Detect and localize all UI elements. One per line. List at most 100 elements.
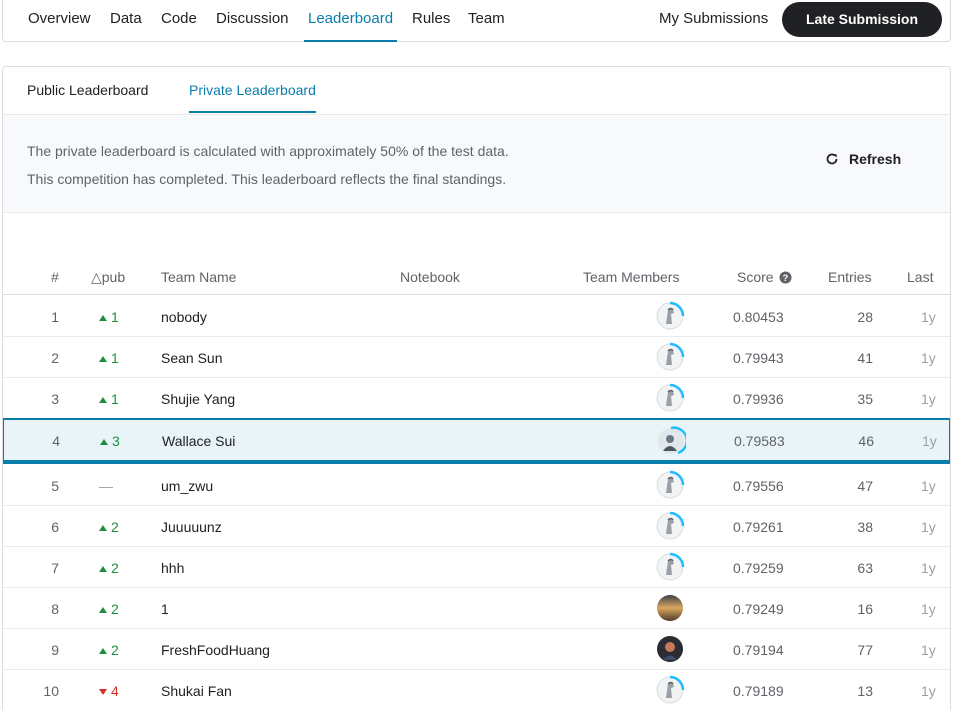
table-row[interactable]: 8 2 1 0.79249 16 1y <box>3 588 950 629</box>
rank: 5 <box>51 478 59 494</box>
tab-code[interactable]: Code <box>161 0 197 42</box>
rank: 1 <box>51 309 59 325</box>
col-score-label: Score <box>737 269 774 285</box>
score: 0.79249 <box>733 601 784 617</box>
triangle-up-icon <box>99 315 107 321</box>
col-team-name[interactable]: Team Name <box>161 269 236 285</box>
table-row[interactable]: 2 1 Sean Sun 0.79943 41 1y <box>3 337 950 378</box>
rank: 6 <box>51 519 59 535</box>
triangle-up-icon <box>99 525 107 531</box>
triangle-up-icon <box>100 439 108 445</box>
rank: 2 <box>51 350 59 366</box>
tab-private-leaderboard[interactable]: Private Leaderboard <box>189 67 316 114</box>
tab-data[interactable]: Data <box>110 0 142 42</box>
table-row[interactable]: 4 3 Wallace Sui 0.79583 46 1y <box>3 418 950 464</box>
score: 0.79583 <box>734 433 785 449</box>
col-delta-pub[interactable]: △pub <box>91 269 125 286</box>
team-name[interactable]: FreshFoodHuang <box>161 642 270 658</box>
col-entries[interactable]: Entries <box>828 269 872 285</box>
public-rank-change: 2 <box>99 642 139 658</box>
entries-count: 63 <box>857 560 873 576</box>
col-rank[interactable]: # <box>51 269 59 285</box>
team-member-avatar[interactable] <box>656 426 686 456</box>
team-member-avatar[interactable] <box>655 301 685 331</box>
rank-change-value: 1 <box>111 391 119 407</box>
team-member-avatar[interactable] <box>655 470 685 500</box>
team-member-avatar[interactable] <box>655 593 685 623</box>
team-name[interactable]: Sean Sun <box>161 350 223 366</box>
team-member-avatar[interactable] <box>655 675 685 705</box>
team-name[interactable]: Shujie Yang <box>161 391 235 407</box>
tab-public-leaderboard[interactable]: Public Leaderboard <box>27 67 148 114</box>
rank: 7 <box>51 560 59 576</box>
score: 0.79936 <box>733 391 784 407</box>
rank-change-value: 2 <box>111 642 119 658</box>
tab-discussion[interactable]: Discussion <box>216 0 289 42</box>
team-member-avatar[interactable] <box>655 383 685 413</box>
score: 0.79194 <box>733 642 784 658</box>
triangle-up-icon <box>99 648 107 654</box>
rank: 4 <box>52 433 60 449</box>
leaderboard-tabs: Public Leaderboard Private Leaderboard <box>3 67 950 114</box>
rank: 10 <box>43 683 59 699</box>
late-submission-button[interactable]: Late Submission <box>782 2 942 37</box>
col-score[interactable]: Score ? <box>737 269 793 285</box>
entries-count: 77 <box>857 642 873 658</box>
score: 0.80453 <box>733 309 784 325</box>
last-submission: 1y <box>921 519 936 535</box>
table-row[interactable]: 3 1 Shujie Yang 0.79936 35 1y <box>3 378 950 419</box>
tab-rules[interactable]: Rules <box>412 0 450 42</box>
team-name[interactable]: 1 <box>161 601 169 617</box>
triangle-down-icon <box>99 689 107 695</box>
team-name[interactable]: Wallace Sui <box>162 433 235 449</box>
col-last[interactable]: Last <box>907 269 933 285</box>
tab-overview[interactable]: Overview <box>28 0 91 42</box>
table-row[interactable]: 5 — um_zwu 0.79556 47 1y <box>3 465 950 506</box>
table-row[interactable]: 9 2 FreshFoodHuang 0.79194 77 1y <box>3 629 950 670</box>
team-name[interactable]: nobody <box>161 309 207 325</box>
last-submission: 1y <box>921 642 936 658</box>
refresh-button[interactable]: Refresh <box>825 149 901 169</box>
public-rank-change: 2 <box>99 560 139 576</box>
table-row[interactable]: 10 4 Shukai Fan 0.79189 13 1y <box>3 670 950 710</box>
triangle-up-icon <box>99 397 107 403</box>
last-submission: 1y <box>921 560 936 576</box>
rank-change-value: 1 <box>111 350 119 366</box>
public-rank-change: 2 <box>99 601 139 617</box>
rank: 3 <box>51 391 59 407</box>
table-row[interactable]: 6 2 Juuuuunz 0.79261 38 1y <box>3 506 950 547</box>
last-submission: 1y <box>921 478 936 494</box>
score: 0.79943 <box>733 350 784 366</box>
rank-change-value: 4 <box>111 683 119 699</box>
team-member-avatar[interactable] <box>655 342 685 372</box>
leaderboard-info-banner: The private leaderboard is calculated wi… <box>3 114 950 213</box>
svg-text:?: ? <box>783 273 789 283</box>
col-notebook: Notebook <box>400 269 460 285</box>
my-submissions-link[interactable]: My Submissions <box>659 0 768 42</box>
rank-change-value: 2 <box>111 519 119 535</box>
team-member-avatar[interactable] <box>655 634 685 664</box>
triangle-up-icon <box>99 566 107 572</box>
public-rank-change: — <box>99 478 139 494</box>
tab-leaderboard[interactable]: Leaderboard <box>304 0 398 42</box>
entries-count: 28 <box>857 309 873 325</box>
rank: 9 <box>51 642 59 658</box>
table-row[interactable]: 1 1 nobody 0.80453 28 1y <box>3 296 950 337</box>
rank: 8 <box>51 601 59 617</box>
info-text-private: The private leaderboard is calculated wi… <box>27 143 509 159</box>
tab-team[interactable]: Team <box>468 0 505 42</box>
public-rank-change: 1 <box>99 309 139 325</box>
refresh-icon <box>826 153 838 165</box>
team-name[interactable]: Juuuuunz <box>161 519 222 535</box>
team-member-avatar[interactable] <box>655 511 685 541</box>
team-name[interactable]: um_zwu <box>161 478 213 494</box>
rank-change-value: 1 <box>111 309 119 325</box>
table-row[interactable]: 7 2 hhh 0.79259 63 1y <box>3 547 950 588</box>
entries-count: 38 <box>857 519 873 535</box>
leaderboard-card: Public Leaderboard Private Leaderboard T… <box>2 66 951 710</box>
help-circle-icon[interactable]: ? <box>779 271 793 284</box>
team-name[interactable]: hhh <box>161 560 184 576</box>
team-member-avatar[interactable] <box>655 552 685 582</box>
team-name[interactable]: Shukai Fan <box>161 683 232 699</box>
last-submission: 1y <box>921 683 936 699</box>
